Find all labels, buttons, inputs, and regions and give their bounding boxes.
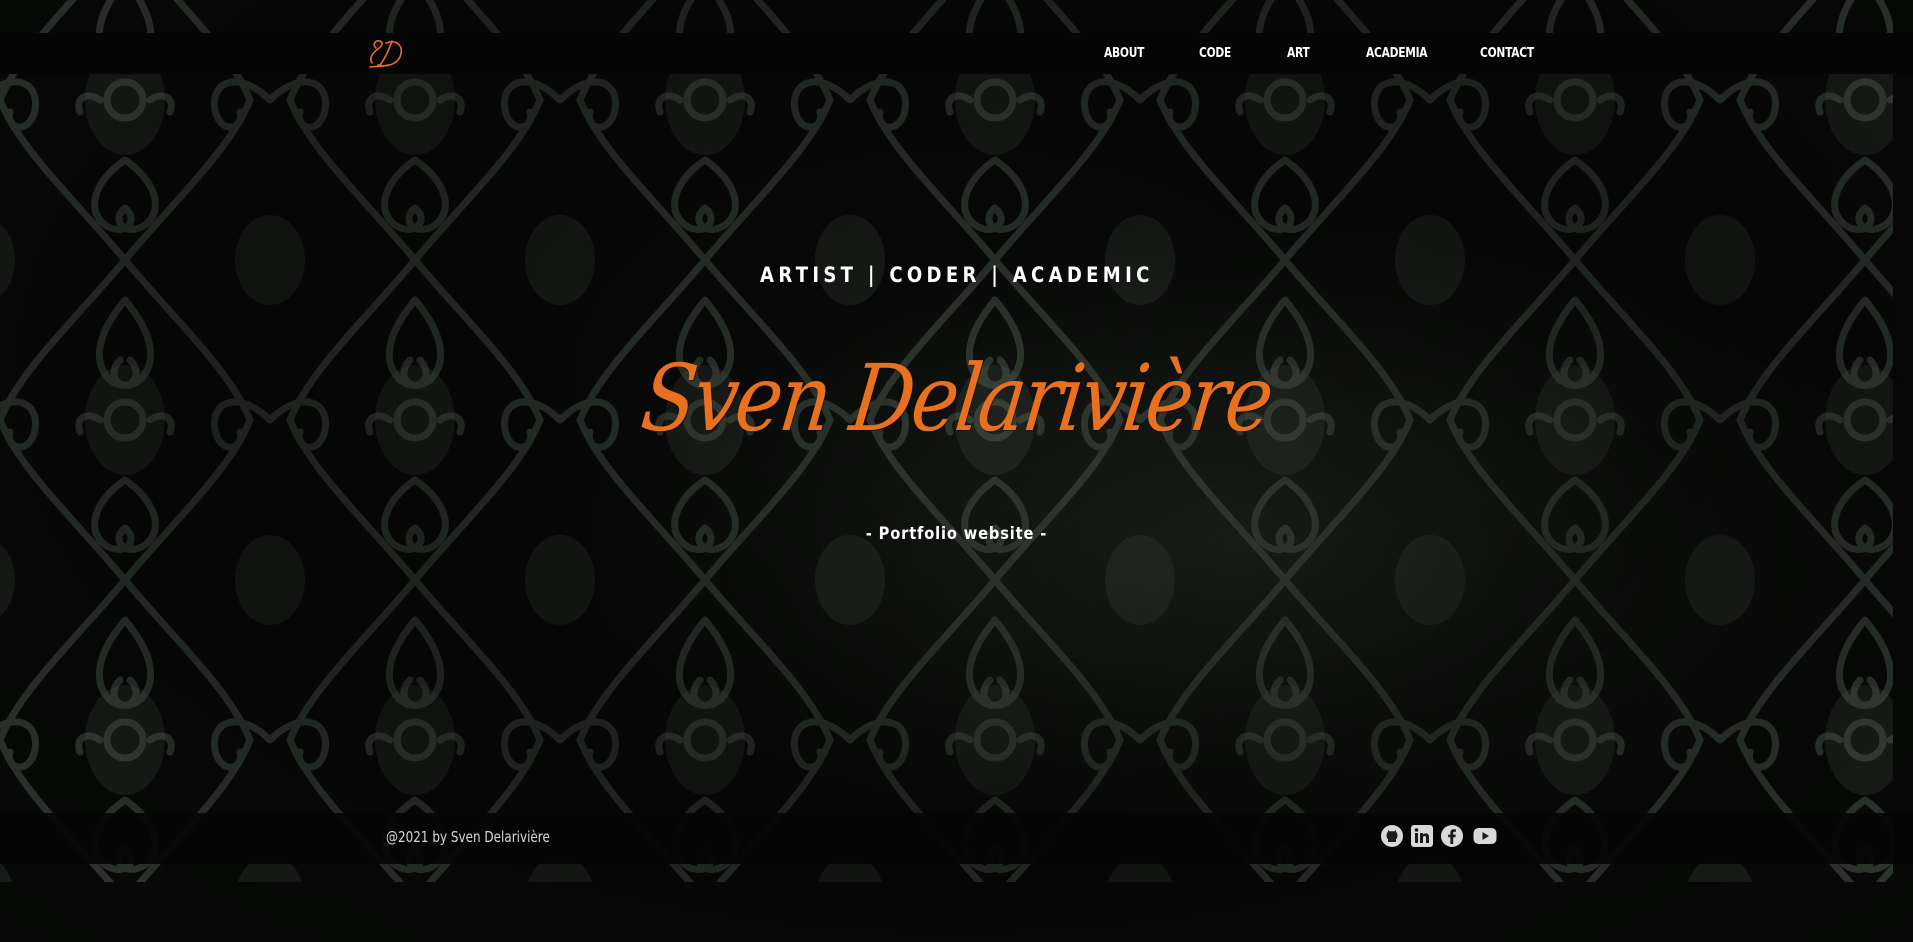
hero-name: Sven Delarivière bbox=[636, 345, 1277, 452]
nav-about[interactable]: ABOUT bbox=[1104, 46, 1144, 61]
page: ABOUT CODE ART ACADEMIA CONTACT ARTIST |… bbox=[0, 0, 1913, 942]
sd-monogram-logo-icon[interactable] bbox=[366, 37, 406, 71]
copyright-text: @2021 by Sven Delarivière bbox=[386, 828, 550, 846]
hero-tagline: ARTIST | CODER | ACADEMIC bbox=[0, 263, 1913, 287]
nav-code[interactable]: CODE bbox=[1199, 46, 1231, 61]
nav-academia[interactable]: ACADEMIA bbox=[1366, 46, 1428, 61]
site-header: ABOUT CODE ART ACADEMIA CONTACT bbox=[0, 33, 1913, 74]
site-footer: @2021 by Sven Delarivière bbox=[0, 813, 1913, 864]
github-icon[interactable] bbox=[1380, 824, 1404, 848]
damask-background bbox=[0, 0, 1913, 942]
nav-contact[interactable]: CONTACT bbox=[1480, 46, 1534, 61]
facebook-icon[interactable] bbox=[1440, 824, 1464, 848]
hero-subtitle: - Portfolio website - bbox=[0, 524, 1913, 544]
hero-subtitle-text: - Portfolio website - bbox=[865, 524, 1048, 544]
linkedin-icon[interactable] bbox=[1410, 824, 1434, 848]
youtube-icon[interactable] bbox=[1473, 824, 1497, 848]
hero-tagline-text: ARTIST | CODER | ACADEMIC bbox=[759, 263, 1154, 287]
nav-art[interactable]: ART bbox=[1287, 46, 1310, 61]
